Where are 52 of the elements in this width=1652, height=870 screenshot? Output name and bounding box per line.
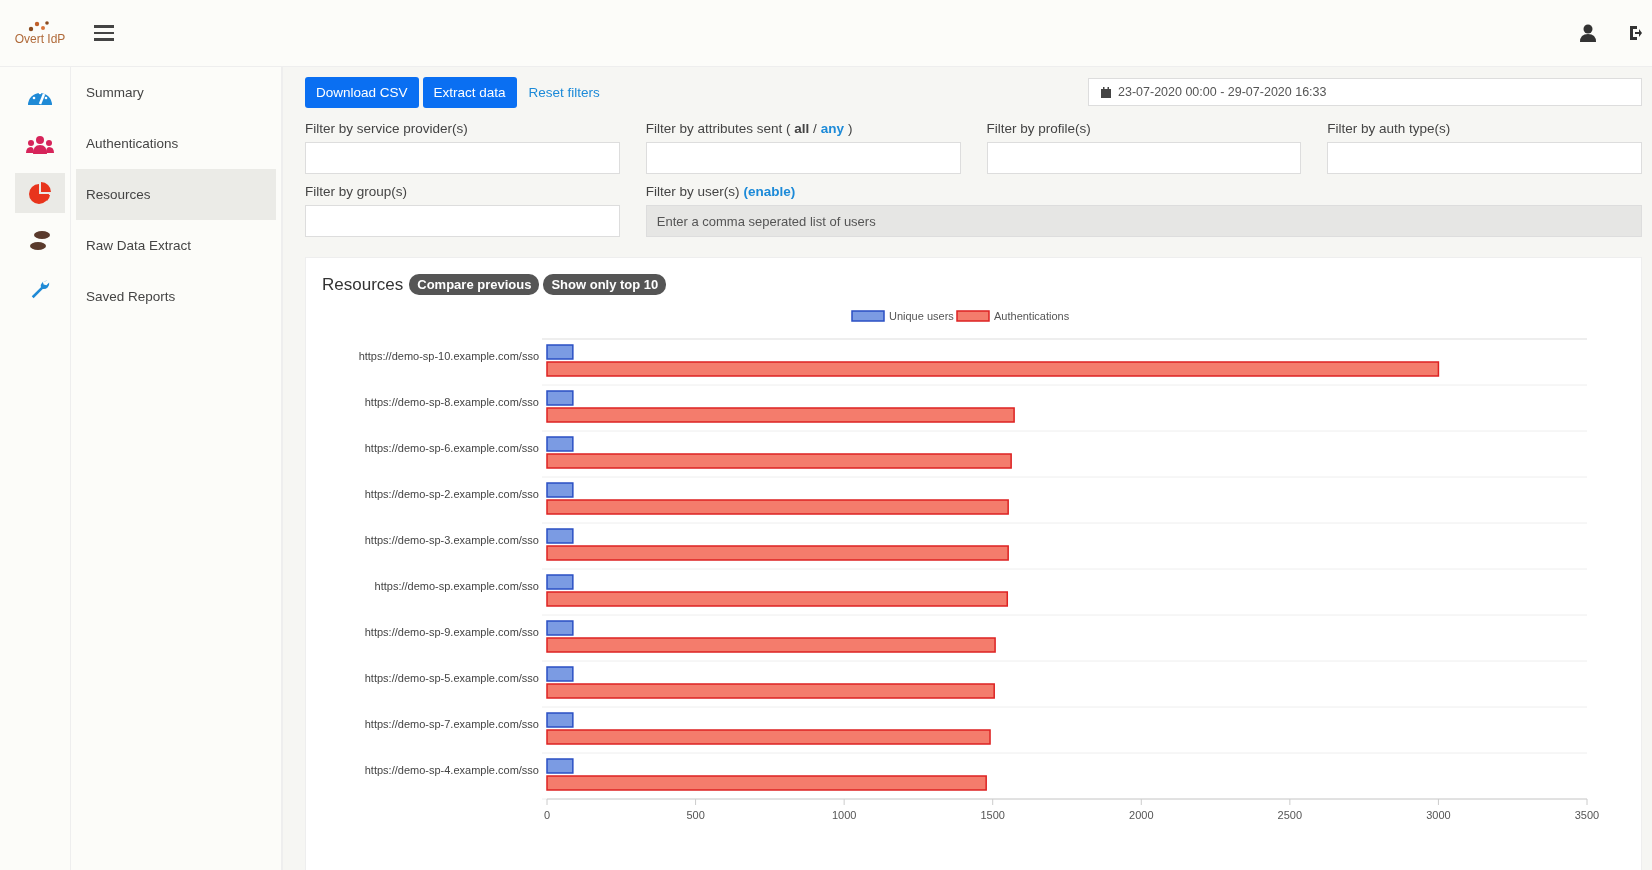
legend-label: Authentications (994, 310, 1070, 322)
axis-label: https://demo-sp-9.example.com/sso (364, 626, 539, 638)
axis-label: https://demo-sp-10.example.com/sso (358, 350, 539, 362)
filter-input-field[interactable] (986, 142, 1302, 174)
axis-tick-label: 1000 (831, 809, 857, 821)
filter-label: Filter by service provider(s) (305, 121, 468, 136)
panel-title: Resources (322, 274, 404, 295)
sidebar-item[interactable]: Summary (76, 67, 276, 118)
sidebar-item[interactable]: Authentications (76, 118, 276, 169)
reset-filters-link[interactable]: Reset filters (528, 84, 600, 100)
user-icon[interactable] (1578, 23, 1598, 43)
sidebar-item[interactable]: Raw Data Extract (76, 220, 276, 271)
filter-label: Filter by attributes sent ( all / (645, 121, 817, 136)
filter-input-field[interactable] (305, 205, 620, 237)
filter-input-field[interactable] (1327, 142, 1642, 174)
axis-label: https://demo-sp-5.example.com/sso (364, 672, 539, 684)
logout-icon[interactable] (1628, 23, 1642, 43)
logo-text: Overt IdP (14, 32, 66, 46)
axis-tick-label: 3500 (1574, 809, 1600, 821)
toolbar-button[interactable]: Extract data (422, 76, 517, 108)
axis-tick-label: 0 (543, 809, 551, 821)
axis-label: https://demo-sp-2.example.com/sso (364, 488, 539, 500)
legend-item: Authentications (956, 310, 1070, 322)
date-range-field[interactable]: 23-07-2020 00:00 - 29-07-2020 16:33 (1088, 78, 1642, 106)
axis-tick-label: 3000 (1426, 809, 1451, 821)
axis-label: https://demo-sp-6.example.com/sso (364, 442, 539, 454)
filter-input-field[interactable] (645, 142, 961, 174)
axis-label: https://demo-sp-4.example.com/sso (364, 764, 539, 776)
axis-label: https://demo-sp-8.example.com/sso (364, 396, 539, 408)
axis-label: https://demo-sp.example.com/sso (374, 580, 539, 592)
filter-input-field[interactable] (305, 142, 620, 174)
legend-label: Unique users (889, 310, 955, 322)
axis-tick-label: 1500 (980, 809, 1005, 821)
axis-tick-label: 2000 (1129, 809, 1154, 821)
axis-tick-label: 500 (686, 809, 705, 821)
pie-chart-icon[interactable] (15, 173, 65, 213)
axis-label: https://demo-sp-3.example.com/sso (364, 534, 539, 546)
chart-toggle-button[interactable]: Show only top 10 (543, 274, 667, 295)
axis-label: https://demo-sp-7.example.com/sso (364, 718, 539, 730)
toolbar-button[interactable]: Download CSV (305, 76, 419, 108)
filter-label-suffix: ) (848, 121, 853, 136)
filter-label: Filter by group(s) (305, 184, 408, 199)
sidebar-item[interactable]: Resources (76, 169, 276, 220)
sidebar-item[interactable]: Saved Reports (76, 271, 276, 322)
calendar-icon (1101, 86, 1111, 98)
filter-label: Filter by profile(s) (986, 121, 1091, 136)
filter-label: Filter by auth type(s) (1327, 121, 1451, 136)
chart-toggle-button[interactable]: Compare previous (409, 274, 540, 295)
axis-tick-label: 2500 (1277, 809, 1303, 821)
legend-item: Unique users (851, 310, 954, 322)
filter-label: Filter by user(s) (645, 184, 740, 199)
date-range-text: 23-07-2020 00:00 - 29-07-2020 16:33 (1118, 85, 1327, 99)
